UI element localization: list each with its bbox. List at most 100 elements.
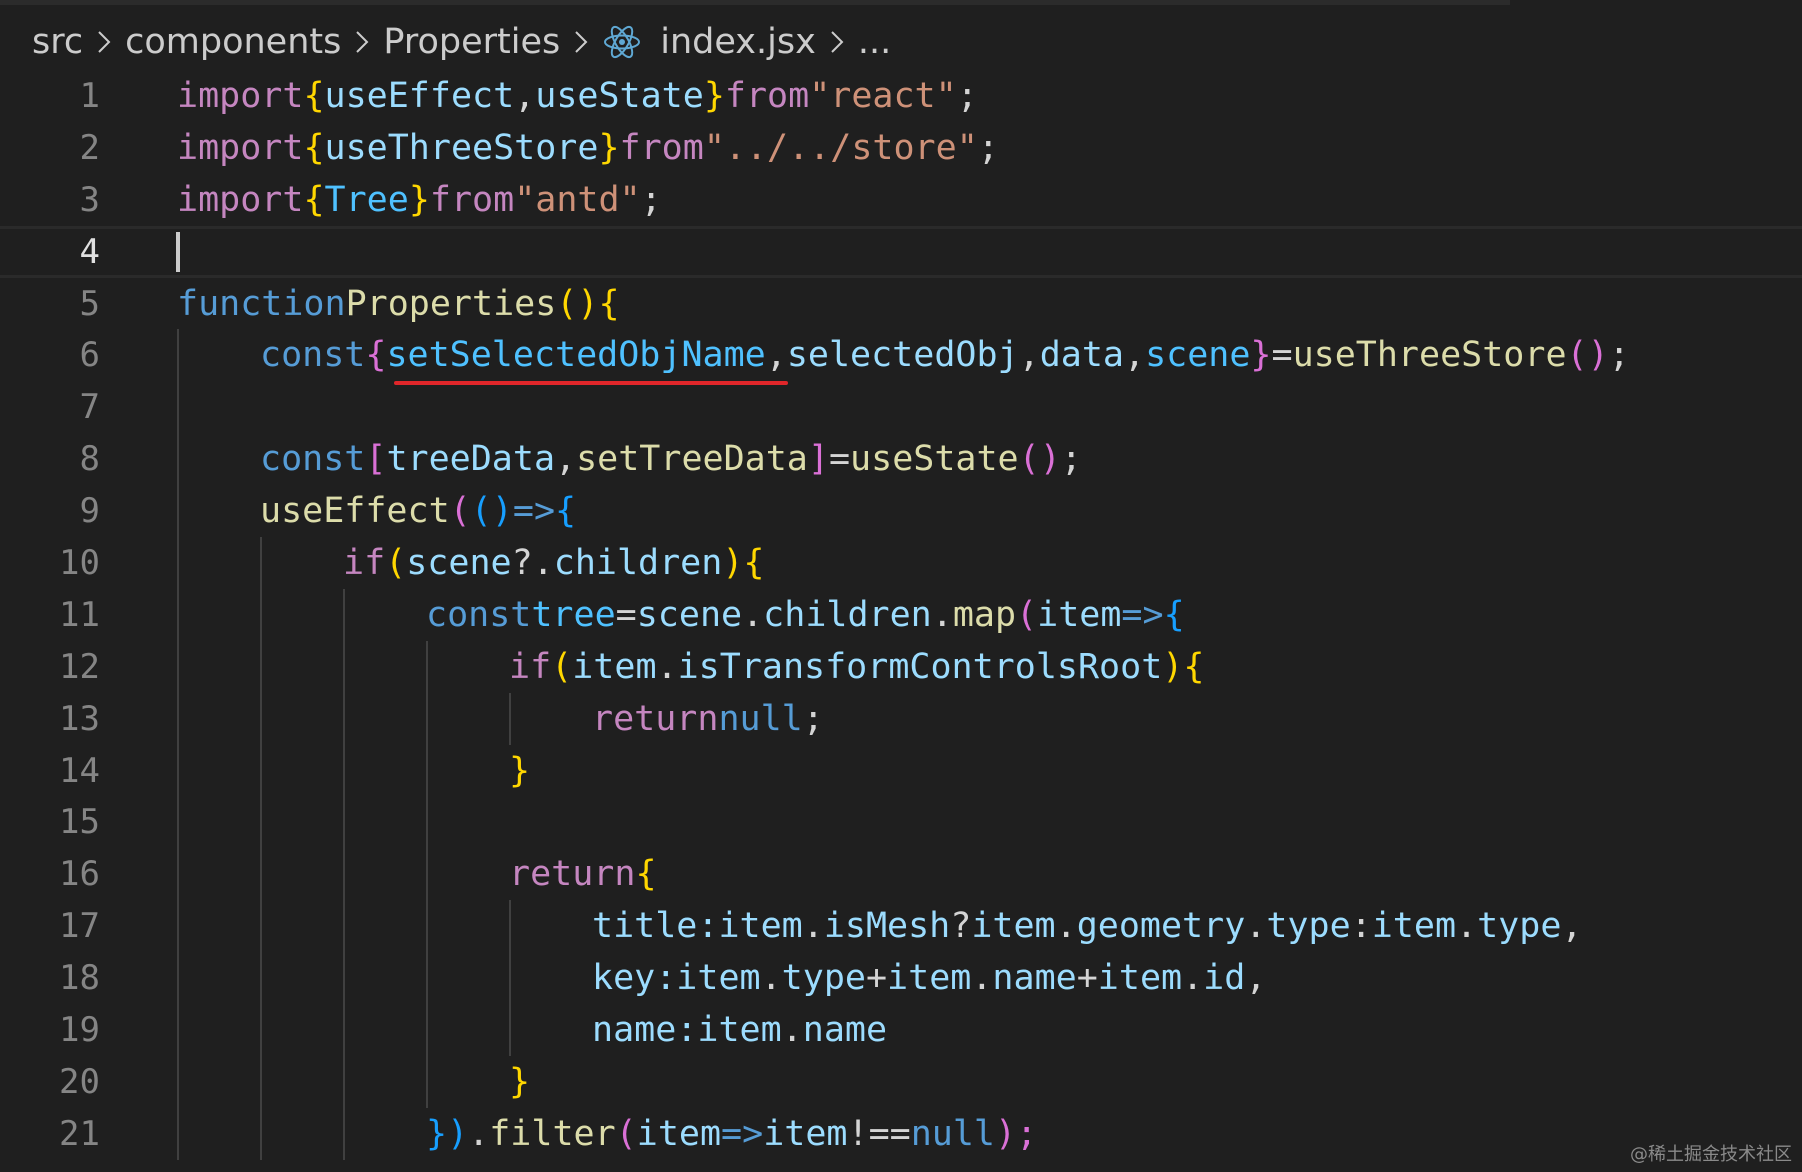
line-number: 13	[59, 698, 100, 739]
indent-guide	[343, 1107, 345, 1160]
token: }	[703, 75, 725, 116]
token: const	[260, 335, 366, 376]
indent-guide	[343, 848, 345, 901]
code-line-18[interactable]: 18 key: item. type + item. name + item. id,	[0, 952, 1802, 1005]
line-number: 5	[79, 283, 100, 324]
token: .	[1055, 906, 1077, 947]
code-line-4[interactable]: 4	[0, 226, 1802, 278]
code-line-16[interactable]: 16 return {	[0, 848, 1802, 901]
token: +	[1076, 958, 1098, 999]
token: "react"	[809, 75, 957, 116]
token: item	[763, 1113, 848, 1154]
code-line-20[interactable]: 20 }	[0, 1055, 1802, 1108]
token: .	[781, 1009, 803, 1050]
line-number: 1	[79, 75, 100, 116]
token: selectedObj	[786, 335, 1019, 376]
indent-guide	[509, 952, 511, 1005]
token: return	[509, 854, 636, 895]
token: }	[1250, 335, 1272, 376]
token: {	[598, 283, 620, 324]
indent-guide	[343, 744, 345, 797]
code-line-15[interactable]: 15	[0, 796, 1802, 849]
indent-guide	[177, 796, 179, 849]
code-line-content: const { setSelectedObjName, selectedObj,…	[260, 329, 1630, 386]
token: const	[426, 594, 532, 635]
indent-guide	[260, 1107, 262, 1160]
code-editor[interactable]: src components Properties index.jsx ... …	[0, 0, 1802, 1172]
indent-guide	[509, 900, 511, 953]
token: import	[177, 127, 304, 168]
code-line-21[interactable]: 21 }). filter(item => item !== null);	[0, 1107, 1802, 1160]
token: tree	[531, 594, 616, 635]
token: treeData	[386, 439, 556, 480]
indent-guide	[177, 1107, 179, 1160]
token: .	[971, 958, 993, 999]
token: ()	[470, 491, 513, 532]
indent-guide	[343, 900, 345, 953]
token: useThreeStore	[324, 127, 599, 168]
code-area[interactable]: 1 import { useEffect, useState } from "r…	[0, 70, 1802, 1160]
code-line-content: import { useThreeStore } from "../../sto…	[177, 122, 999, 174]
token: children	[553, 542, 723, 583]
code-line-13[interactable]: 13 return null;	[0, 692, 1802, 745]
code-line-content: const tree = scene. children. map(item => …	[426, 589, 1185, 641]
breadcrumb-item-properties[interactable]: Properties	[383, 22, 560, 62]
breadcrumb-item-file[interactable]: index.jsx	[660, 22, 816, 62]
token: =	[1271, 335, 1293, 376]
token: item	[572, 646, 657, 687]
indent-guide	[426, 900, 428, 953]
code-line-12[interactable]: 12 if(item. isTransformControlsRoot) {	[0, 640, 1802, 693]
token: scene	[406, 542, 512, 583]
code-line-content: key: item. type + item. name + item. id,	[592, 952, 1266, 1004]
breadcrumb-item-src[interactable]: src	[32, 22, 83, 62]
breadcrumb-item-components[interactable]: components	[125, 22, 341, 62]
token: .	[802, 906, 824, 947]
code-line-10[interactable]: 10 if(scene?. children) {	[0, 537, 1802, 589]
indent-guide	[343, 796, 345, 849]
code-line-9[interactable]: 9 useEffect(() => {	[0, 485, 1802, 538]
token: (	[551, 646, 573, 687]
token: from	[429, 179, 515, 220]
code-line-8[interactable]: 8 const [treeData, setTreeData] = useSta…	[0, 433, 1802, 486]
code-line-3[interactable]: 3 import { Tree } from "antd";	[0, 174, 1802, 226]
token: setTreeData	[576, 439, 808, 480]
code-line-11[interactable]: 11 const tree = scene. children. map(item …	[0, 588, 1802, 641]
line-number: 12	[59, 646, 100, 687]
indent-guide	[260, 692, 262, 745]
token: ;	[977, 127, 999, 168]
token: {	[1163, 594, 1185, 635]
indent-guide	[426, 1004, 428, 1056]
code-line-content: name: item. name	[592, 1004, 887, 1056]
indent-guide	[260, 537, 262, 589]
token: }	[598, 127, 620, 168]
token: scene	[636, 594, 743, 635]
code-line-17[interactable]: 17 title: item. isMesh ? item. geometry. ty…	[0, 900, 1802, 953]
token: data	[1039, 335, 1124, 376]
line-number: 11	[59, 594, 100, 635]
token: );	[995, 1113, 1038, 1154]
token: ]	[807, 439, 829, 480]
code-line-1[interactable]: 1 import { useEffect, useState } from "r…	[0, 70, 1802, 122]
code-line-19[interactable]: 19 name: item. name	[0, 1004, 1802, 1056]
indent-guide	[177, 900, 179, 953]
indent-guide	[426, 640, 428, 693]
code-line-14[interactable]: 14 }	[0, 744, 1802, 797]
code-line-content: useEffect(() => {	[260, 485, 576, 537]
token: })	[426, 1113, 469, 1154]
token: ,	[555, 439, 577, 480]
token: from	[724, 75, 810, 116]
token: ,	[1245, 958, 1267, 999]
token: item	[1037, 594, 1122, 635]
code-line-5[interactable]: 5 function Properties() {	[0, 278, 1802, 330]
code-line-6[interactable]: 6 const { setSelectedObjName, selectedOb…	[0, 329, 1802, 386]
indent-guide	[509, 1004, 511, 1056]
code-line-7[interactable]: 7	[0, 381, 1802, 434]
breadcrumb-ellipsis[interactable]: ...	[858, 22, 891, 62]
token: )	[1162, 646, 1184, 687]
token: useEffect	[260, 491, 450, 532]
code-line-2[interactable]: 2 import { useThreeStore } from "../../s…	[0, 122, 1802, 174]
token: .	[656, 646, 678, 687]
indent-guide	[177, 744, 179, 797]
token: }	[509, 1061, 531, 1102]
token: filter	[489, 1113, 616, 1154]
